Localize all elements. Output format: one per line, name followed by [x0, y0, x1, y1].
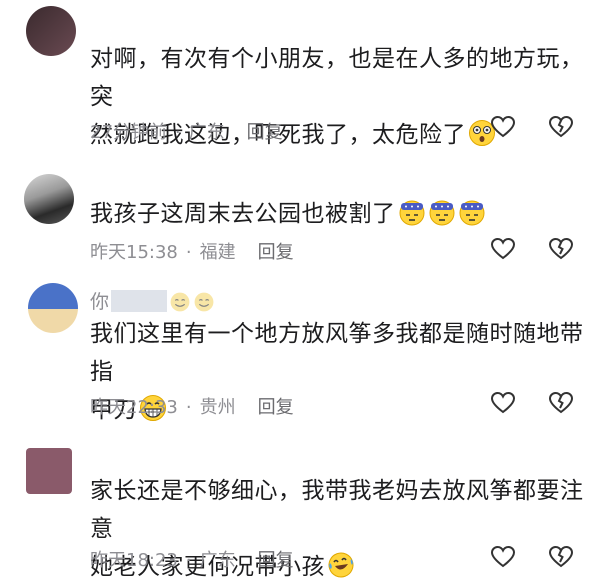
- region: 贵州: [199, 397, 236, 418]
- avatar[interactable]: [24, 174, 74, 224]
- comment-item: 我孩子这周末去公园也被割了 昨天15:38 · 福建 回复: [0, 150, 600, 275]
- reply-button[interactable]: 回复: [258, 242, 294, 263]
- comment-meta: 27分钟前 · 广东 回复: [90, 122, 283, 143]
- username[interactable]: 你: [90, 287, 215, 314]
- comment-meta: 昨天22:33 · 贵州 回复: [90, 397, 294, 418]
- bandaged-face-emoji: [459, 200, 484, 226]
- bandaged-face-emoji: [399, 200, 424, 226]
- avatar[interactable]: [26, 6, 76, 56]
- smile-face-emoji: [170, 292, 190, 312]
- comment-meta: 昨天15:38 · 福建 回复: [90, 242, 294, 263]
- blurred-name: [111, 290, 168, 312]
- comment-text: 我孩子这周末去公园也被割了: [90, 195, 590, 233]
- dislike-broken-heart-icon[interactable]: [548, 236, 574, 262]
- avatar[interactable]: [28, 283, 78, 333]
- region: 广东: [199, 550, 236, 571]
- comment-item: 对啊，有次有个小朋友，也是在人多的地方玩，突 然就跑我这边，吓死我了，太危险了 …: [0, 0, 600, 150]
- region: 福建: [199, 242, 236, 263]
- reply-button[interactable]: 回复: [258, 550, 294, 571]
- avatar[interactable]: [26, 448, 72, 494]
- reply-button[interactable]: 回复: [258, 397, 294, 418]
- comment-item: 你 我们这里有一个地方放风筝多我都是随时随地带指 甲刀 昨天22:33 · 贵州 回复: [0, 275, 600, 430]
- dislike-broken-heart-icon[interactable]: [548, 390, 574, 416]
- smile-face-emoji: [194, 292, 214, 312]
- like-heart-icon[interactable]: [490, 236, 516, 262]
- comment-meta: 昨天18:23 · 广东 回复: [90, 550, 294, 571]
- comment-item: 家长还是不够细心，我带我老妈去放风筝都要注意 她老人家更何况带小孩 昨天18:2…: [0, 430, 600, 588]
- like-heart-icon[interactable]: [490, 544, 516, 570]
- timestamp: 昨天15:38: [90, 242, 178, 263]
- dislike-broken-heart-icon[interactable]: [548, 544, 574, 570]
- laughing-tears-emoji: [328, 552, 354, 578]
- reply-button[interactable]: 回复: [247, 122, 283, 143]
- bandaged-face-emoji: [429, 200, 454, 226]
- timestamp: 27分钟前: [90, 122, 167, 143]
- like-heart-icon[interactable]: [490, 114, 516, 140]
- dislike-broken-heart-icon[interactable]: [548, 114, 574, 140]
- like-heart-icon[interactable]: [490, 390, 516, 416]
- timestamp: 昨天18:23: [90, 550, 178, 571]
- region: 广东: [188, 122, 225, 143]
- timestamp: 昨天22:33: [90, 397, 178, 418]
